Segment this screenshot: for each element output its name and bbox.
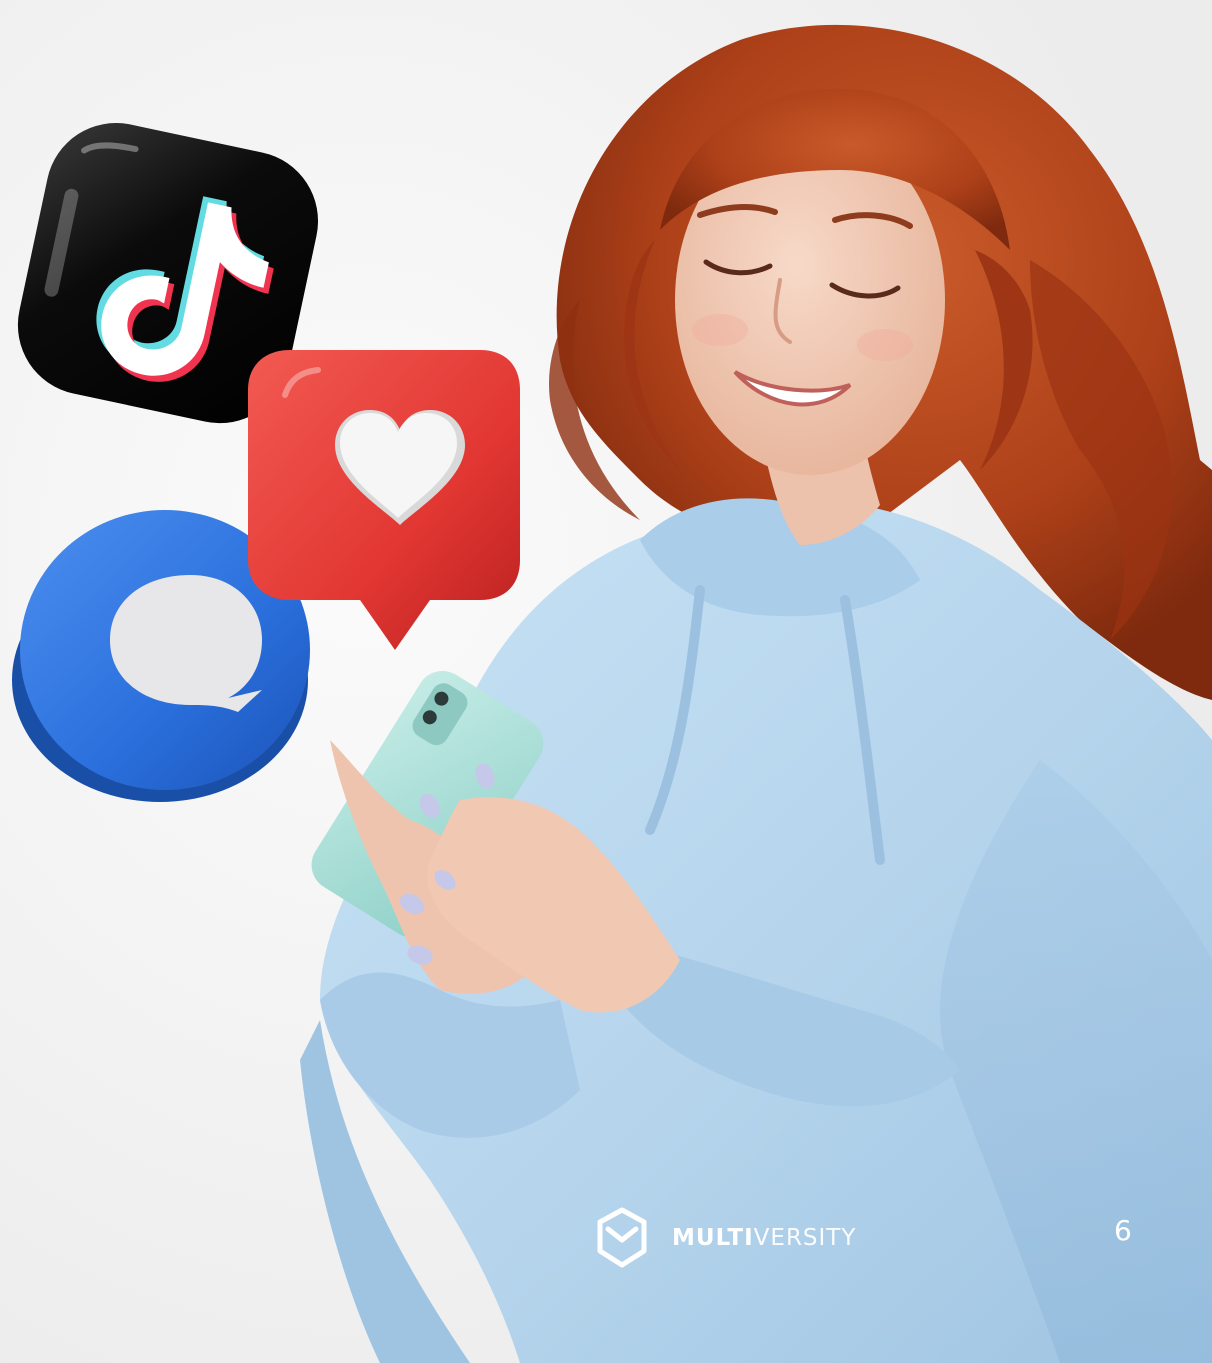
slide: MULTIVERSITY 6 [0,0,1212,1363]
brand-lockup: MULTIVERSITY [596,1206,856,1270]
photo-scene [0,0,1212,1363]
brand-name-light: VERSITY [753,1225,857,1251]
brand-name: MULTIVERSITY [672,1225,856,1251]
page-number: 6 [1114,1214,1132,1247]
multiversity-logo-icon [597,1207,647,1268]
brand-name-bold: MULTI [672,1225,754,1251]
